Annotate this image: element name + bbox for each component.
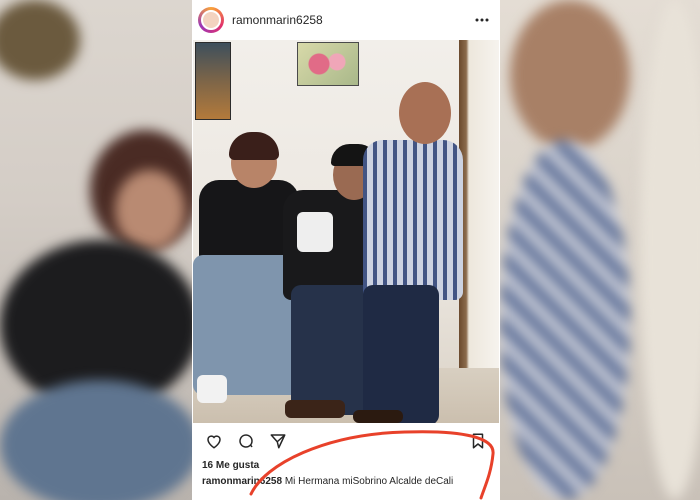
bookmark-icon[interactable]	[466, 429, 490, 453]
likes-label: Me gusta	[215, 460, 260, 471]
action-bar	[192, 423, 500, 459]
blurred-door	[640, 0, 700, 500]
blurred-face	[115, 170, 185, 250]
caption-text: Mi Hermana miSobrino Alcalde deCali	[284, 476, 454, 487]
blurred-jeans	[0, 380, 192, 500]
more-horizontal-icon[interactable]	[474, 12, 490, 28]
instagram-post: ramonmarin6258 16 Me gusta ramonmarin625…	[192, 0, 500, 500]
blurred-face	[510, 0, 630, 150]
avatar-image	[201, 10, 221, 30]
blurred-painting	[0, 0, 80, 80]
post-username[interactable]: ramonmarin6258	[232, 13, 474, 27]
likes-number: 16	[202, 460, 214, 471]
blurred-plaid-shirt	[500, 140, 630, 500]
avatar[interactable]	[198, 7, 224, 33]
heart-icon[interactable]	[202, 429, 226, 453]
photo-door-frame	[459, 40, 499, 423]
photo-painting-left	[195, 42, 231, 120]
post-photo[interactable]	[193, 40, 499, 423]
post-header: ramonmarin6258	[192, 0, 500, 40]
share-icon[interactable]	[266, 429, 290, 453]
likes-count[interactable]: 16 Me gusta	[192, 459, 500, 473]
photo-painting-flowers	[297, 42, 359, 86]
blurred-background-left	[0, 0, 192, 500]
caption-username[interactable]: ramonmarin6258	[202, 476, 282, 487]
comment-icon[interactable]	[234, 429, 258, 453]
post-caption: ramonmarin6258 Mi Hermana miSobrino Alca…	[192, 475, 500, 489]
blurred-background-right	[500, 0, 700, 500]
